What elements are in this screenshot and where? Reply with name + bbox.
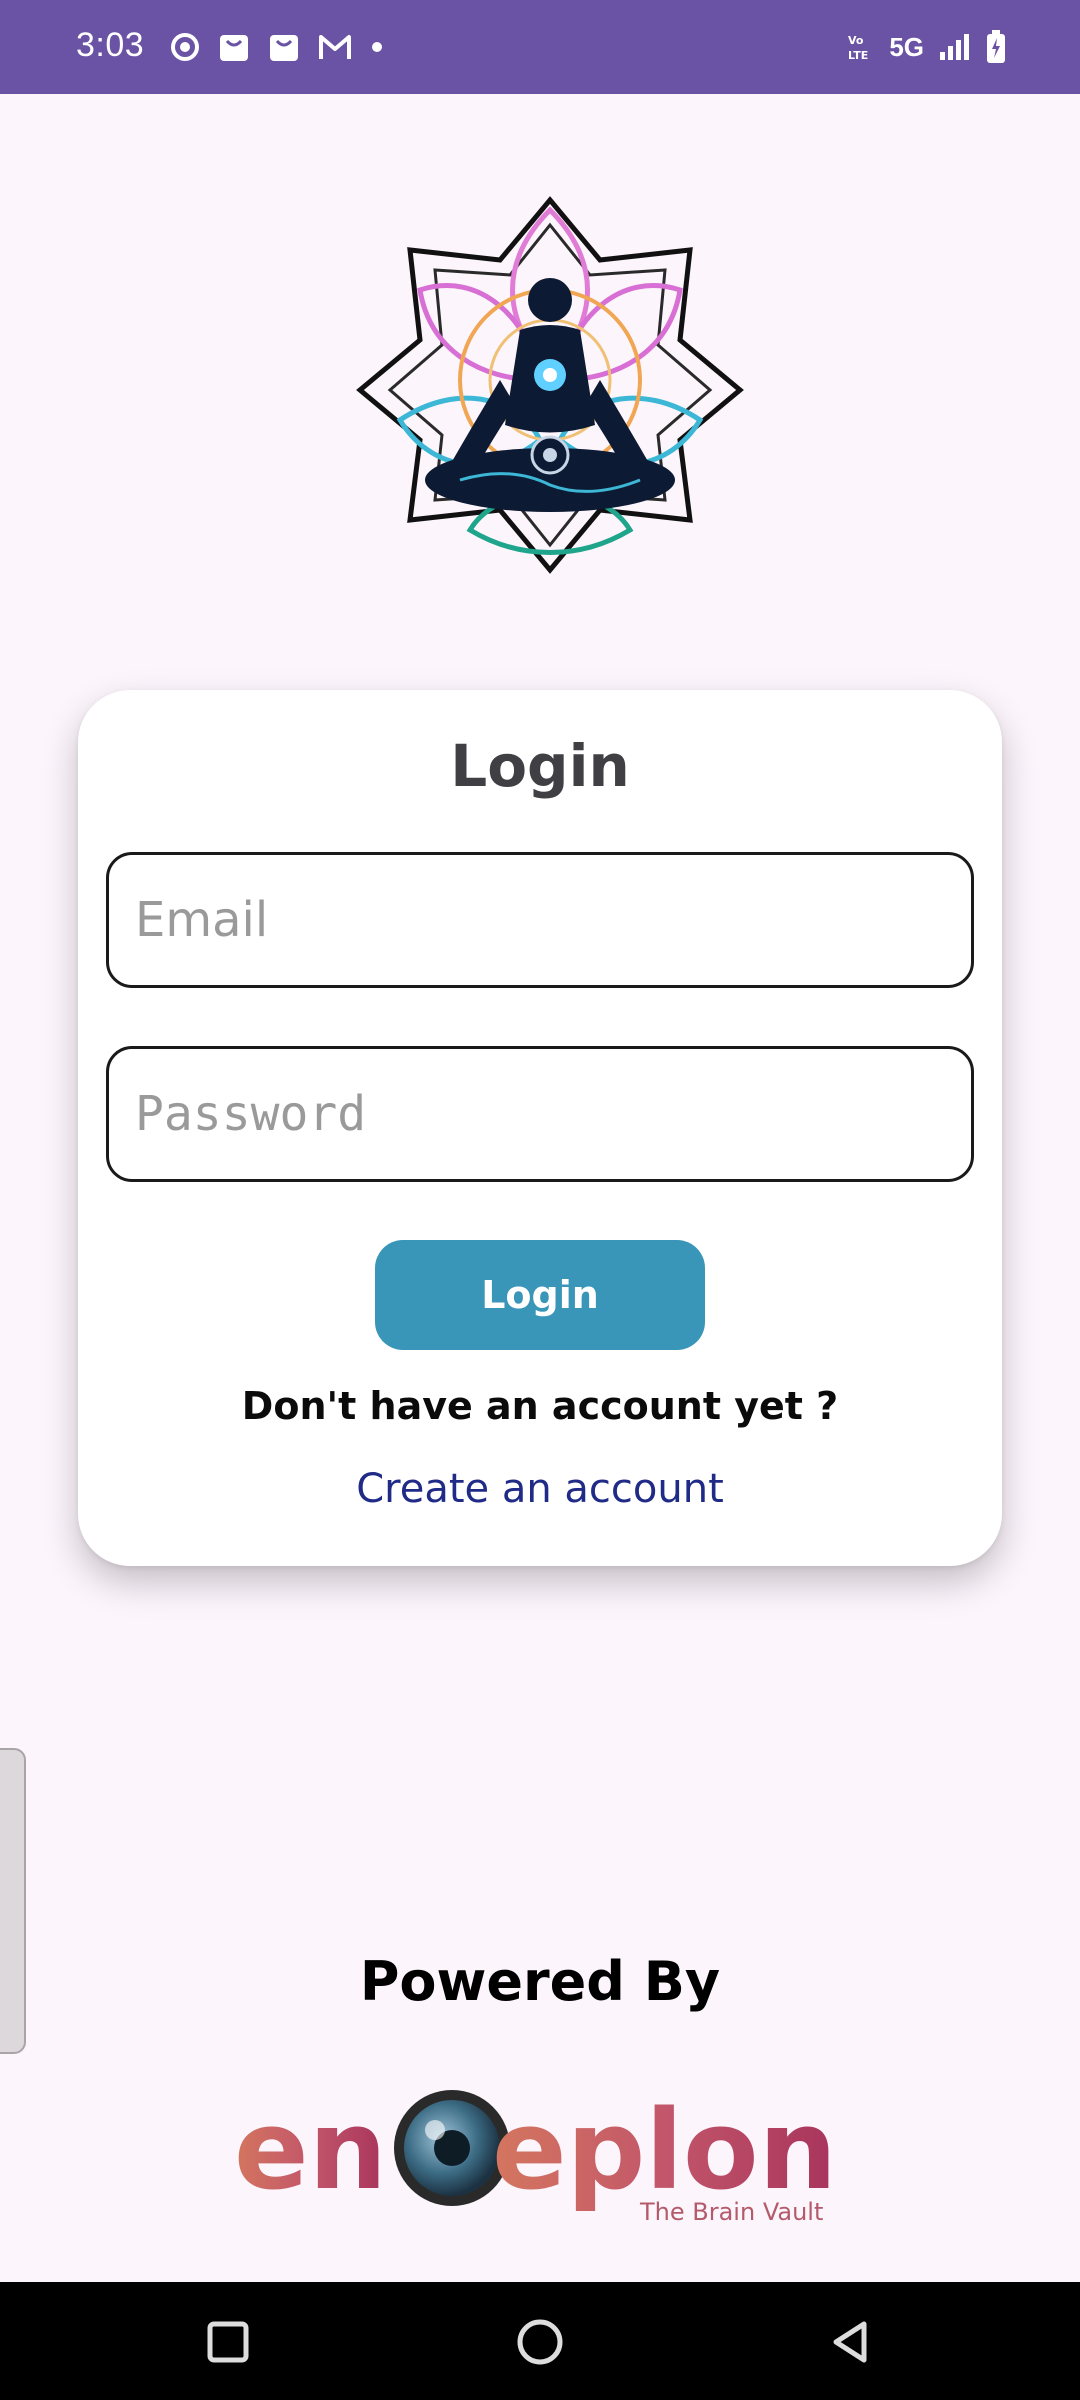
status-time: 3:03 bbox=[76, 26, 145, 64]
home-button[interactable] bbox=[510, 2312, 570, 2372]
email-field[interactable] bbox=[106, 852, 974, 988]
notification-icons bbox=[170, 26, 384, 68]
gmail-icon bbox=[318, 33, 352, 61]
app-notification-icon bbox=[170, 32, 200, 62]
brand-name-end: eplon bbox=[492, 2086, 837, 2214]
volte-icon: Vo LTE bbox=[847, 32, 875, 62]
login-title: Login bbox=[450, 732, 630, 800]
email-input[interactable] bbox=[135, 892, 971, 948]
no-account-text: Don't have an account yet ? bbox=[241, 1384, 839, 1428]
back-button[interactable] bbox=[820, 2312, 880, 2372]
password-input[interactable] bbox=[135, 1086, 971, 1142]
triangle-back-icon bbox=[833, 2321, 867, 2363]
square-recents-icon bbox=[207, 2321, 249, 2363]
system-navigation-bar bbox=[0, 2282, 1080, 2400]
status-bar: 3:03 Vo LTE 5G bbox=[0, 0, 1080, 94]
signal-strength-icon bbox=[938, 32, 972, 62]
powered-by-label: Powered By bbox=[359, 1950, 721, 2013]
system-status-icons: Vo LTE 5G bbox=[847, 26, 1006, 68]
svg-text:LTE: LTE bbox=[848, 49, 868, 62]
shopping-bag-icon bbox=[218, 31, 250, 63]
battery-charging-icon bbox=[986, 30, 1006, 64]
shopping-bag-icon bbox=[268, 31, 300, 63]
recents-button[interactable] bbox=[198, 2312, 258, 2372]
network-type: 5G bbox=[889, 31, 924, 62]
meditation-mandala-logo-icon bbox=[356, 196, 744, 574]
login-card: Login Login Don't have an account yet ? … bbox=[78, 690, 1002, 1566]
enceplon-logo-icon: en eplon The Brain Vault bbox=[234, 2086, 837, 2226]
brand-name-start: en bbox=[234, 2086, 387, 2214]
password-field[interactable] bbox=[106, 1046, 974, 1182]
more-notifications-dot-icon bbox=[370, 40, 384, 54]
circle-home-icon bbox=[517, 2319, 563, 2365]
create-account-link[interactable]: Create an account bbox=[78, 1466, 1002, 1512]
brand-tagline: The Brain Vault bbox=[639, 2198, 823, 2226]
login-button[interactable]: Login bbox=[375, 1240, 705, 1350]
brand-logo: en eplon The Brain Vault bbox=[230, 2080, 850, 2230]
svg-text:Vo: Vo bbox=[848, 34, 864, 47]
app-logo bbox=[350, 180, 750, 580]
